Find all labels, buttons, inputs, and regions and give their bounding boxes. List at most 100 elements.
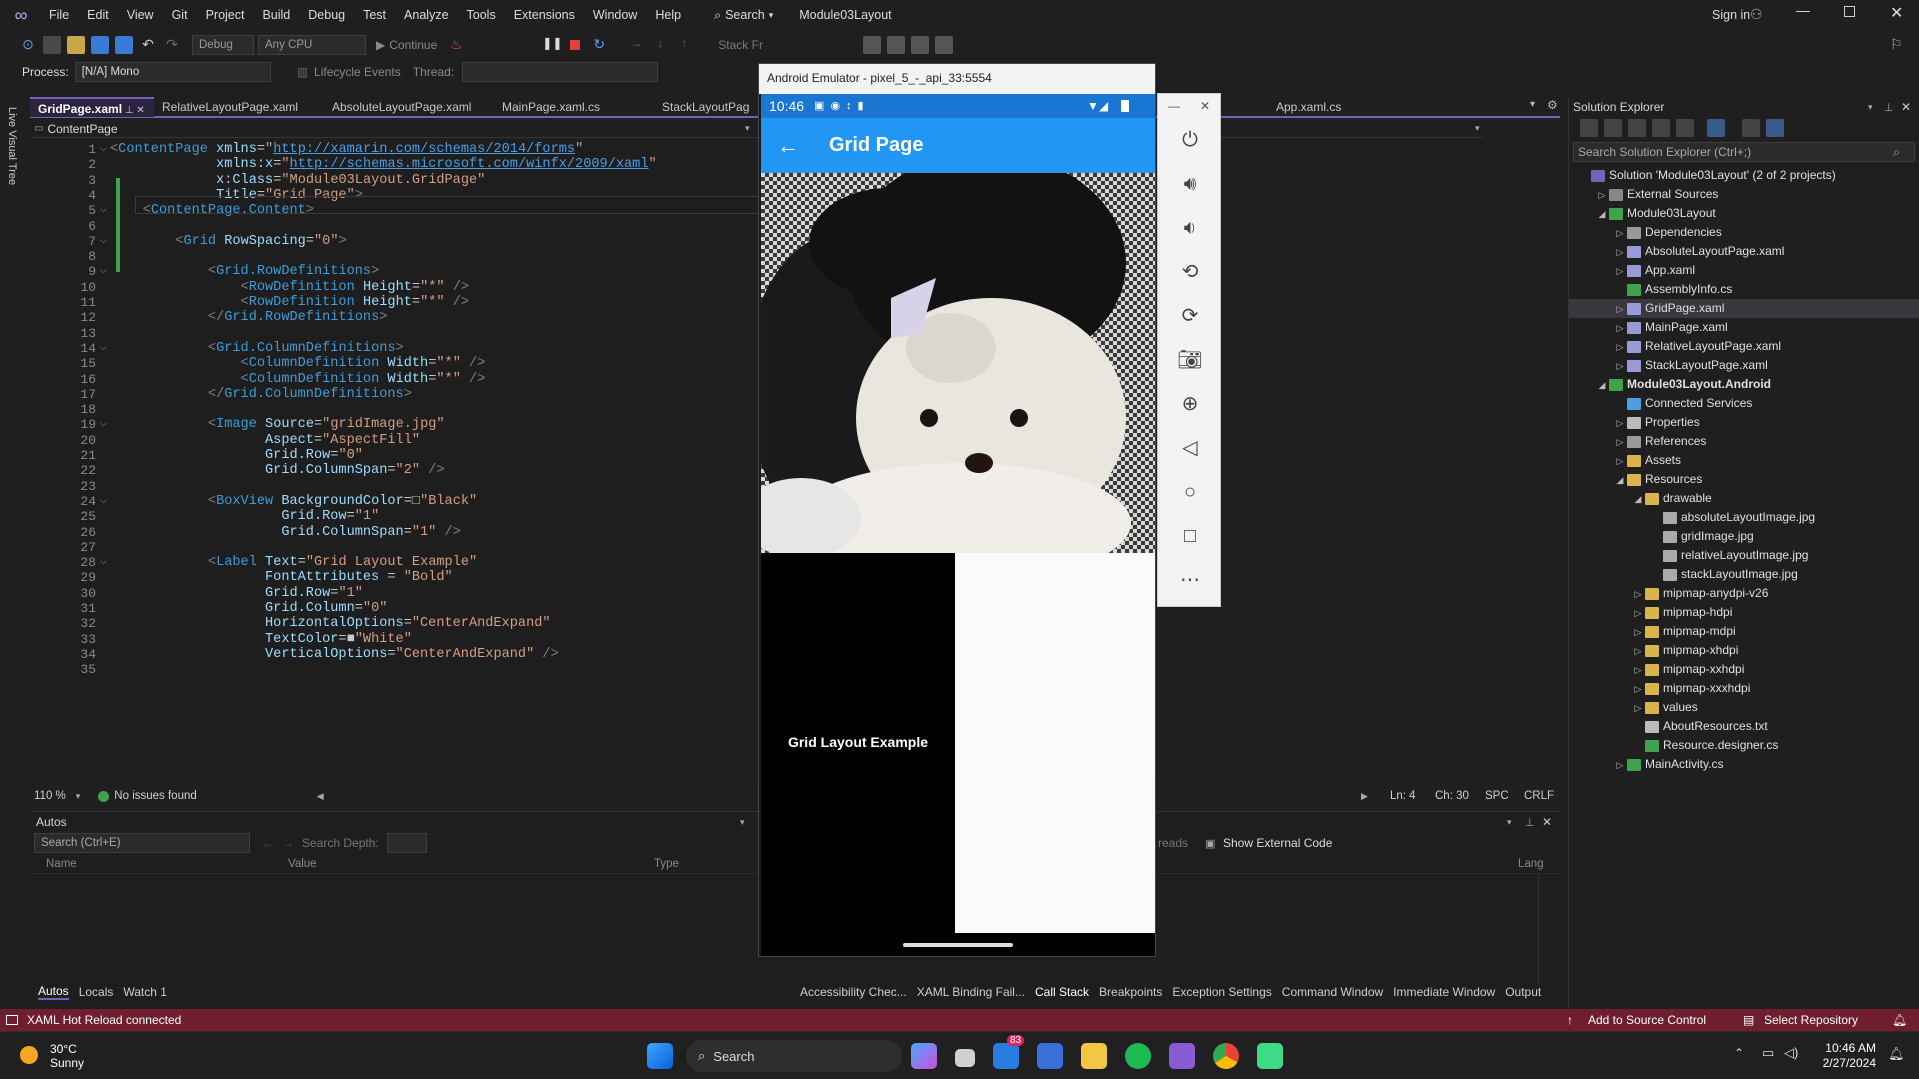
expand-chevron-icon[interactable]: ▷	[1613, 414, 1627, 433]
platform-select[interactable]: Any CPU	[258, 35, 366, 55]
nav-back-icon[interactable]: ←	[262, 836, 274, 850]
undo-icon[interactable]: ↶	[139, 36, 157, 54]
lifecycle-label[interactable]: Lifecycle Events	[314, 65, 401, 79]
tool-tab-breakpoints[interactable]: Breakpoints	[1099, 985, 1162, 999]
start-icon[interactable]	[647, 1043, 673, 1069]
tree-item[interactable]: AssemblyInfo.cs	[1569, 280, 1732, 299]
menu-file[interactable]: File	[40, 0, 78, 30]
expand-chevron-icon[interactable]: ▷	[1613, 756, 1627, 775]
tool-tab-locals[interactable]: Locals	[79, 985, 114, 999]
mail-icon[interactable]: 83	[993, 1035, 1025, 1069]
tree-item[interactable]: gridImage.jpg	[1569, 527, 1754, 546]
account-icon[interactable]: ⚇	[1750, 6, 1763, 23]
tool-tab-exception-settings[interactable]: Exception Settings	[1172, 985, 1271, 999]
tab-absolutelayoutpage-xaml[interactable]: AbsoluteLayoutPage.xaml	[324, 97, 494, 117]
tree-item[interactable]: ◢ drawable	[1569, 489, 1712, 508]
expand-chevron-icon[interactable]: ▷	[1631, 604, 1645, 623]
expand-chevron-icon[interactable]: ◢	[1595, 205, 1609, 224]
thread-select[interactable]	[462, 62, 659, 82]
taskbar-search[interactable]: ⌕ Search	[686, 1040, 902, 1072]
more-icon[interactable]: ⋯	[1158, 558, 1222, 602]
tree-item[interactable]: ▷ mipmap-mdpi	[1569, 622, 1736, 641]
tree-item[interactable]: ▷ Properties	[1569, 413, 1700, 432]
se-pin-icon[interactable]: ⊥	[1884, 101, 1894, 114]
menu-analyze[interactable]: Analyze	[395, 0, 457, 30]
save-icon[interactable]	[91, 36, 109, 54]
expand-chevron-icon[interactable]: ▷	[1613, 338, 1627, 357]
expand-chevron-icon[interactable]: ▷	[1631, 585, 1645, 604]
overview-nav-icon[interactable]: □	[1158, 514, 1222, 558]
se-close-icon[interactable]: ✕	[1901, 100, 1911, 114]
step-into-icon[interactable]: ↓	[651, 36, 669, 54]
home-nav-icon[interactable]: ○	[1158, 470, 1222, 514]
continue-button[interactable]: ▶ Continue	[376, 38, 437, 52]
tab-close-icon[interactable]: ⊥ ✕	[122, 105, 145, 116]
expand-chevron-icon[interactable]: ▷	[1613, 433, 1627, 452]
tool-tab-immediate-window[interactable]: Immediate Window	[1393, 985, 1495, 999]
tool-tab-watch-1[interactable]: Watch 1	[123, 985, 167, 999]
autos-search-input[interactable]: Search (Ctrl+E)	[34, 833, 250, 853]
tree-item[interactable]: ▷ GridPage.xaml	[1569, 299, 1919, 318]
tree-item[interactable]: ▷ AbsoluteLayoutPage.xaml	[1569, 242, 1785, 262]
expand-chevron-icon[interactable]: ◢	[1613, 471, 1627, 490]
tree-item[interactable]: ◢ Module03Layout	[1569, 204, 1716, 223]
step-out-icon[interactable]: ↑	[675, 36, 693, 54]
col-name[interactable]: Name	[46, 858, 77, 870]
tree-item[interactable]: ▷ mipmap-anydpi-v26	[1569, 584, 1769, 604]
tool-tab-autos[interactable]: Autos	[38, 984, 69, 1000]
diag-tool-icon[interactable]	[862, 36, 881, 54]
sign-in-link[interactable]: Sign in	[1712, 0, 1750, 30]
menu-build[interactable]: Build	[253, 0, 299, 30]
spotify-icon[interactable]	[1125, 1043, 1151, 1069]
format-icon[interactable]	[886, 36, 905, 54]
search-depth-select[interactable]	[386, 833, 427, 853]
android-emulator-task-icon[interactable]	[1257, 1043, 1283, 1069]
store-icon[interactable]	[1037, 1043, 1063, 1069]
tool-tab-call-stack[interactable]: Call Stack	[1035, 985, 1089, 999]
redo-icon[interactable]: ↷	[163, 36, 181, 54]
tree-item[interactable]: stackLayoutImage.jpg	[1569, 565, 1798, 584]
zoom-level[interactable]: 110 %	[34, 790, 66, 802]
tree-item[interactable]: absoluteLayoutImage.jpg	[1569, 508, 1815, 527]
expand-chevron-icon[interactable]: ▷	[1631, 680, 1645, 699]
se-collapse-icon[interactable]	[1652, 119, 1670, 137]
tool-tab-command-window[interactable]: Command Window	[1282, 985, 1383, 999]
tree-item[interactable]: ◢ Module03Layout.Android	[1569, 375, 1771, 394]
tree-item[interactable]: ▷ MainPage.xaml	[1569, 318, 1728, 337]
tray-chevron-icon[interactable]: ⌃	[1734, 1046, 1744, 1060]
member-chevron-icon[interactable]: ▾	[1475, 123, 1480, 134]
menu-extensions[interactable]: Extensions	[505, 0, 584, 30]
task-view-icon[interactable]	[955, 1049, 975, 1067]
camera-icon[interactable]: 📷︎	[1158, 338, 1222, 382]
fold-chevron-icon[interactable]: ⌵	[100, 418, 107, 429]
expand-chevron-icon[interactable]: ◢	[1631, 490, 1645, 509]
zoom-icon[interactable]: ⊕	[1158, 382, 1222, 426]
se-home-icon[interactable]	[1580, 119, 1598, 137]
gesture-bar[interactable]	[903, 943, 1013, 947]
scope-dropdown[interactable]: ContentPage	[47, 122, 117, 136]
process-select[interactable]: [N/A] Mono	[74, 62, 271, 82]
expand-chevron-icon[interactable]: ▷	[1613, 224, 1627, 243]
tree-item[interactable]: ◢ Resources	[1569, 470, 1703, 490]
clock-time[interactable]: 10:46 AM	[1822, 1041, 1876, 1056]
tree-item[interactable]: ▷ External Sources	[1569, 185, 1719, 204]
search-menu[interactable]: ⌕ Search ▾	[714, 8, 773, 23]
indent-mode[interactable]: SPC	[1485, 790, 1509, 802]
nav-forward-icon[interactable]: →	[282, 836, 294, 850]
panel-options-icon[interactable]: ▾	[1507, 817, 1512, 828]
fold-chevron-icon[interactable]: ⌵	[100, 204, 107, 215]
layout-icon[interactable]	[934, 36, 953, 54]
fold-chevron-icon[interactable]: ⌵	[100, 556, 107, 567]
fold-chevron-icon[interactable]: ⌵	[100, 265, 107, 276]
expand-chevron-icon[interactable]: ▷	[1631, 661, 1645, 680]
hot-reload-icon[interactable]: ♨	[447, 36, 465, 54]
emu-close-icon[interactable]: ✕	[1200, 99, 1210, 113]
select-repository[interactable]: Select Repository	[1764, 1013, 1858, 1027]
expand-chevron-icon[interactable]: ▷	[1613, 319, 1627, 338]
expand-chevron-icon[interactable]: ▷	[1613, 243, 1627, 262]
tree-item[interactable]: Connected Services	[1569, 394, 1752, 413]
expand-chevron-icon[interactable]: ◢	[1595, 376, 1609, 395]
tree-item[interactable]: ▷ App.xaml	[1569, 261, 1696, 280]
weather-desc[interactable]: Sunny	[50, 1056, 84, 1070]
stack-frame[interactable]: Stack Fr	[718, 38, 763, 52]
